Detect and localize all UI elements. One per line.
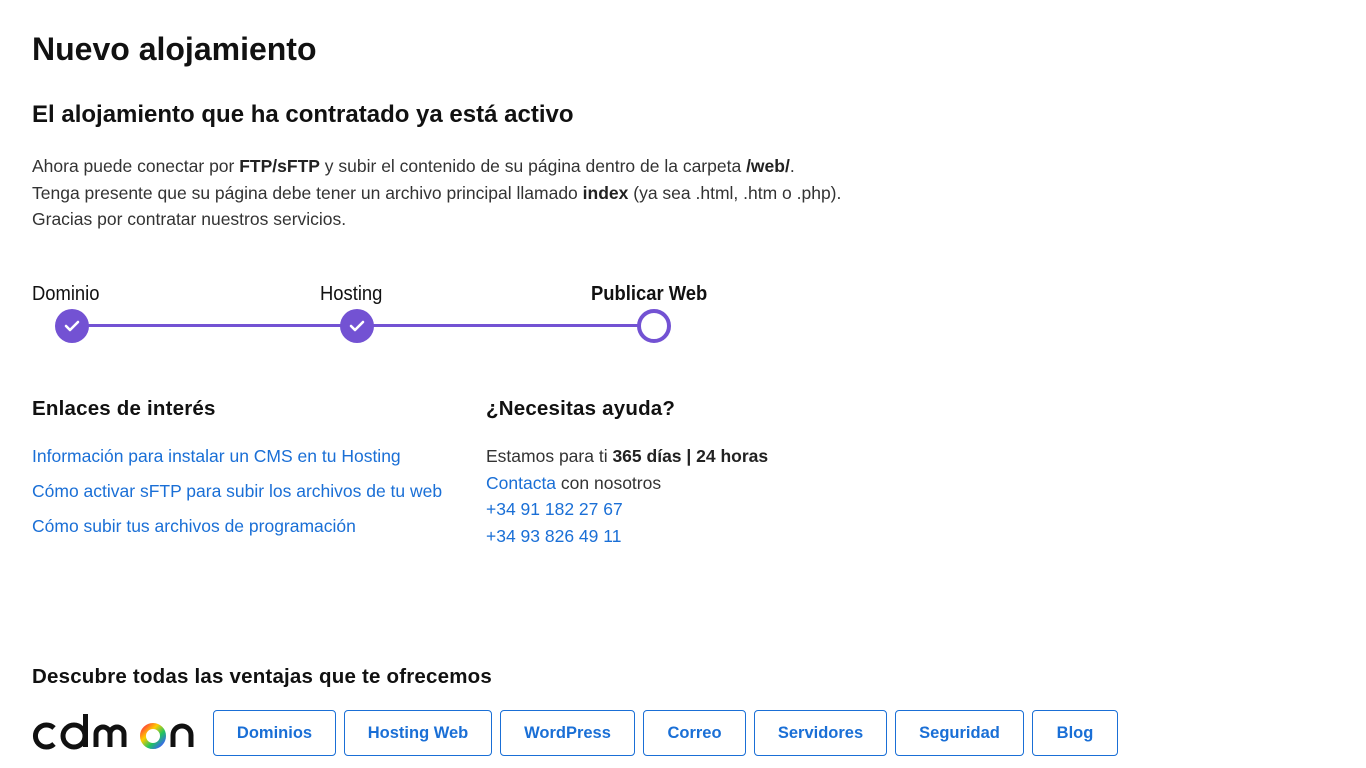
phone-link-madrid[interactable]: +34 91 182 27 67 xyxy=(486,499,623,519)
nav-button-wordpress[interactable]: WordPress xyxy=(500,710,635,756)
intro-text-segment: y subir el contenido de su página dentro… xyxy=(319,156,747,176)
availability-text: Estamos para ti 365 días | 24 horas xyxy=(486,443,768,470)
page-title: Nuevo alojamiento xyxy=(32,31,317,67)
page-subtitle: El alojamiento que ha contratado ya está… xyxy=(32,101,574,128)
contact-line: Contacta con nosotros xyxy=(486,470,768,497)
intro-text-segment: . xyxy=(789,156,795,176)
phone-link-barcelona[interactable]: +34 93 826 49 11 xyxy=(486,526,621,546)
step-label-dominio: Dominio xyxy=(32,283,100,305)
progress-line xyxy=(72,324,358,327)
nav-button-correo[interactable]: Correo xyxy=(643,710,746,756)
step-label-hosting: Hosting xyxy=(320,283,383,305)
step-publicar-web-circle-icon xyxy=(637,309,671,343)
links-heading: Enlaces de interés xyxy=(32,397,216,420)
nav-button-servidores[interactable]: Servidores xyxy=(754,710,887,756)
help-block: Estamos para ti 365 días | 24 horas Cont… xyxy=(486,443,768,549)
availability-hours: 365 días | 24 horas xyxy=(612,446,769,466)
contact-link[interactable]: Contacta xyxy=(486,473,556,493)
intro-line-3: Gracias por contratar nuestros servicios… xyxy=(32,209,347,229)
help-heading: ¿Necesitas ayuda? xyxy=(486,397,676,420)
link-install-cms[interactable]: Información para instalar un CMS en tu H… xyxy=(32,446,401,467)
ftp-label: FTP/sFTP xyxy=(239,156,320,176)
step-hosting-check-icon xyxy=(340,309,374,343)
progress-line xyxy=(358,324,642,327)
contact-suffix: con nosotros xyxy=(556,472,662,493)
link-activate-sftp[interactable]: Cómo activar sFTP para subir los archivo… xyxy=(32,481,442,502)
nav-button-seguridad[interactable]: Seguridad xyxy=(895,710,1024,756)
index-label: index xyxy=(582,182,629,203)
benefits-heading: Descubre todas las ventajas que te ofrec… xyxy=(32,665,492,688)
step-label-publicar-web: Publicar Web xyxy=(591,283,708,305)
nav-button-dominios[interactable]: Dominios xyxy=(213,710,336,756)
intro-text-segment: Ahora puede conectar por xyxy=(32,156,240,176)
progress-steps: Dominio Hosting Publicar Web xyxy=(32,280,752,350)
availability-prefix: Estamos para ti xyxy=(486,446,613,466)
intro-text-segment: (ya sea .html, .htm o .php). xyxy=(628,182,842,203)
intro-line-2: Tenga presente que su página debe tener … xyxy=(32,180,841,207)
intro-line-1: Ahora puede conectar por FTP/sFTP y subi… xyxy=(32,153,841,180)
nav-button-hosting-web[interactable]: Hosting Web xyxy=(344,710,492,756)
link-upload-files[interactable]: Cómo subir tus archivos de programación xyxy=(32,516,356,537)
web-folder-label: /web/ xyxy=(746,156,790,176)
step-dominio-check-icon xyxy=(55,309,89,343)
cdmon-logo[interactable]: cdmon xyxy=(32,712,200,757)
intro-text-segment: Tenga presente que su página debe tener … xyxy=(32,182,583,203)
intro-text: Ahora puede conectar por FTP/sFTP y subi… xyxy=(32,153,841,233)
nav-button-blog[interactable]: Blog xyxy=(1032,710,1118,756)
